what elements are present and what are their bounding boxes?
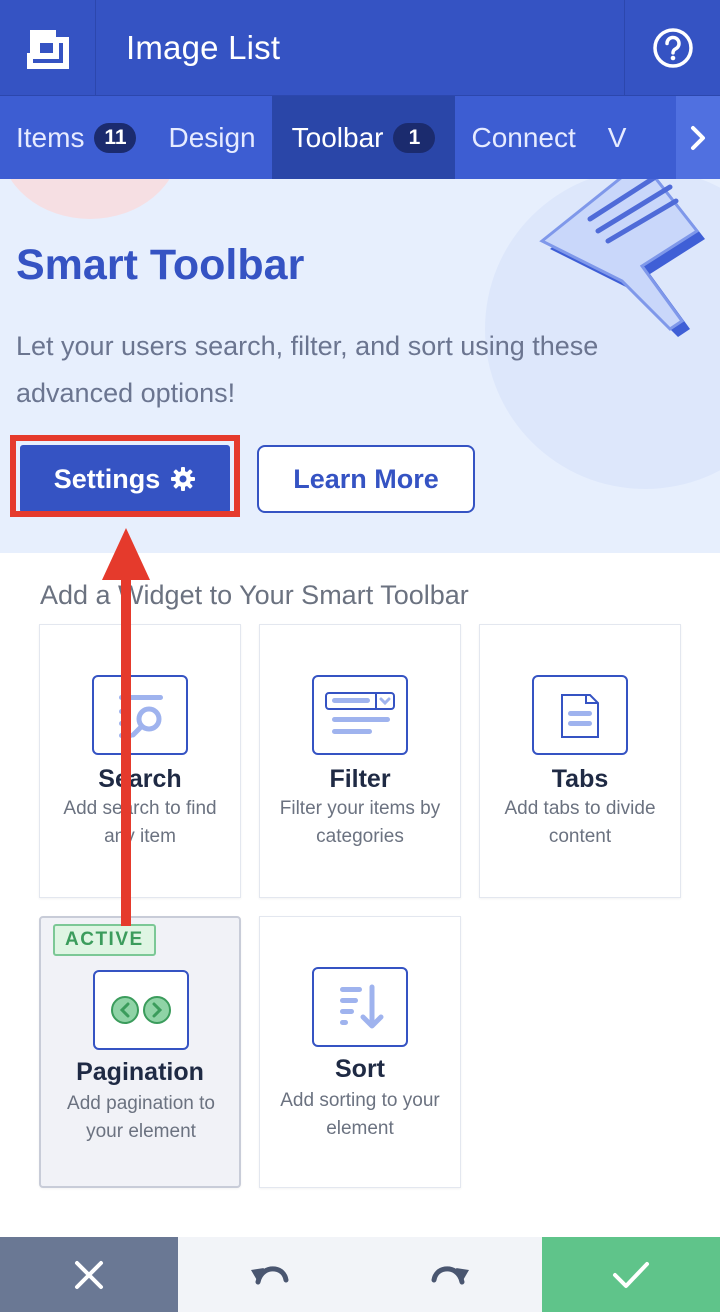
decorative-circle: [0, 179, 180, 219]
hero-section: Smart Toolbar Let your users search, fil…: [0, 179, 720, 553]
widget-card-filter[interactable]: Filter Filter your items by categories: [259, 624, 461, 898]
widget-name: Pagination: [76, 1058, 204, 1086]
tab-label: Toolbar: [291, 121, 384, 153]
close-button[interactable]: [0, 1237, 178, 1312]
widget-description: Add pagination to your element: [67, 1093, 215, 1142]
widget-name: Sort: [335, 1055, 385, 1083]
help-circle-icon: [652, 28, 693, 68]
widget-description: Filter your items by categories: [279, 798, 441, 847]
hero-title: Smart Toolbar: [16, 241, 305, 289]
tab-label: Items: [16, 121, 85, 153]
tab-label: Design: [168, 121, 256, 153]
close-icon: [75, 1260, 103, 1289]
tab-count-badge: 11: [94, 122, 137, 153]
tabs-scroll-right-button[interactable]: [676, 96, 720, 179]
app-header: Image List: [0, 0, 720, 96]
redo-button[interactable]: [360, 1237, 542, 1312]
widget-description: Add tabs to divide content: [504, 798, 656, 847]
widget-name: Filter: [329, 765, 391, 793]
widget-description: Add sorting to your element: [280, 1090, 440, 1139]
undo-button[interactable]: [178, 1237, 360, 1312]
funnel-illustration-icon: [539, 179, 705, 337]
undo-icon: [251, 1265, 289, 1284]
tab-partial[interactable]: V: [592, 96, 643, 179]
tab-count-badge: 1: [393, 122, 436, 153]
learn-more-button[interactable]: Learn More: [257, 445, 475, 513]
help-button[interactable]: [624, 0, 720, 96]
tab-label: Connect: [471, 121, 576, 153]
tab-label: V: [607, 121, 627, 153]
tab-connect[interactable]: Connect: [455, 96, 591, 179]
sort-widget-icon: [312, 967, 408, 1047]
confirm-button[interactable]: [542, 1237, 720, 1312]
tabs-widget-icon: [532, 675, 628, 755]
hero-description: Let your users search, filter, and sort …: [16, 331, 599, 408]
tab-bar: Items 11 Design Toolbar 1 Connect V: [0, 96, 720, 179]
gear-icon: [170, 466, 196, 492]
active-badge: ACTIVE: [53, 924, 156, 956]
brand-logo-icon[interactable]: [0, 0, 96, 96]
widget-card-sort[interactable]: Sort Add sorting to your element: [259, 916, 461, 1188]
pagination-widget-icon: [93, 970, 189, 1050]
chevron-right-icon: [691, 125, 705, 150]
widget-card-pagination[interactable]: ACTIVE Pagination Add pagination to your…: [39, 916, 241, 1188]
annotation-arrow-icon: [102, 528, 150, 926]
redo-icon: [431, 1265, 469, 1284]
tab-design[interactable]: Design: [152, 96, 271, 179]
tab-toolbar[interactable]: Toolbar 1: [271, 96, 456, 179]
filter-widget-icon: [312, 675, 408, 755]
footer-toolbar: [0, 1237, 720, 1312]
tab-items[interactable]: Items 11: [0, 96, 152, 179]
settings-button[interactable]: Settings: [20, 445, 230, 513]
widget-card-tabs[interactable]: Tabs Add tabs to divide content: [479, 624, 681, 898]
settings-button-label: Settings: [53, 463, 161, 494]
widget-name: Tabs: [551, 765, 609, 793]
check-icon: [613, 1261, 649, 1288]
page-title: Image List: [126, 28, 281, 66]
